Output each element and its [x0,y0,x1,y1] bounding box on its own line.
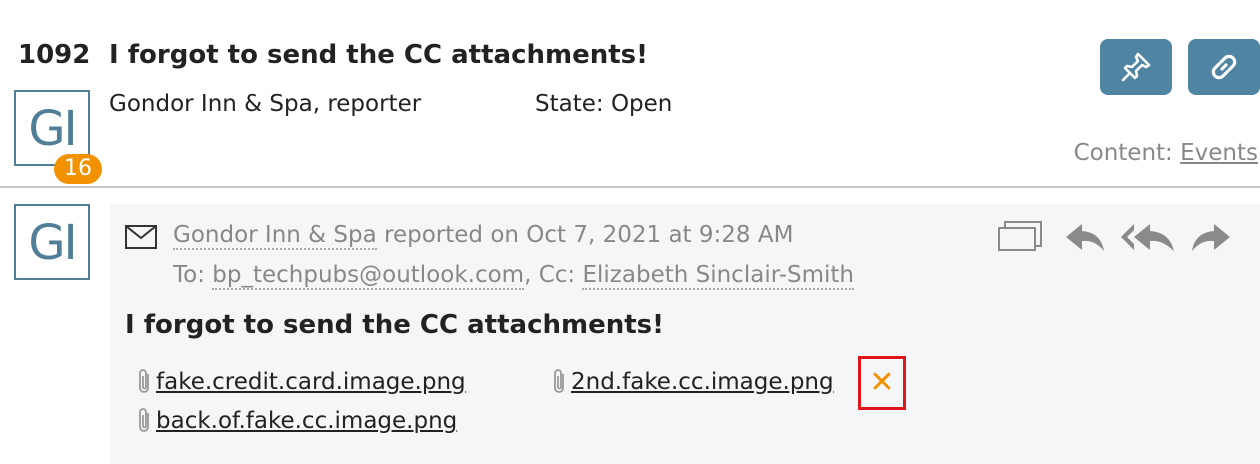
attachment-item: 2nd.fake.cc.image.png [551,368,834,396]
to-address[interactable]: bp_techpubs@outlook.com [212,262,525,290]
attachment-link[interactable]: 2nd.fake.cc.image.png [571,369,834,395]
ticket-title: I forgot to send the CC attachments! [109,40,649,70]
message-meta: Gondor Inn & Spa reported on Oct 7, 2021… [173,222,794,250]
reporter-info: Gondor Inn & Spa, reporter [109,91,422,117]
ticket-number: 1092 [18,40,91,70]
link-icon [1211,54,1237,80]
recipients: To: bp_techpubs@outlook.com, Cc: Elizabe… [173,262,854,290]
link-button[interactable] [1188,39,1260,95]
reply-all-icon[interactable] [1120,220,1176,254]
paperclip-icon [139,408,149,432]
pin-button[interactable] [1100,39,1172,95]
close-icon: ✕ [869,365,895,400]
attachment-link[interactable]: fake.credit.card.image.png [156,369,466,395]
attachment-item: fake.credit.card.image.png [136,368,466,396]
reply-icon[interactable] [1064,220,1106,254]
events-link[interactable]: Events [1180,140,1258,166]
attachment-link[interactable]: back.of.fake.cc.image.png [156,408,457,434]
paperclip-icon [554,369,564,393]
envelope-icon [125,225,157,249]
to-label: To: [173,262,205,288]
delete-attachment-button[interactable]: ✕ [858,356,906,410]
message-subject: I forgot to send the CC attachments! [125,310,665,340]
forward-icon[interactable] [1190,220,1232,254]
ticket-state: State: Open [535,91,673,117]
avatar-initials: GI [28,215,77,271]
attachment-item: back.of.fake.cc.image.png [136,407,457,435]
message-avatar[interactable]: GI [14,204,90,280]
reported-text: reported on Oct 7, 2021 at 9:28 AM [384,222,794,248]
window-icon[interactable] [997,220,1043,252]
avatar-initials: GI [28,101,77,157]
paperclip-icon [139,369,149,393]
cc-label: , Cc: [524,262,576,288]
sender-link[interactable]: Gondor Inn & Spa [173,222,377,250]
ticket-count-badge: 16 [54,154,102,184]
content-filter: Content: Events [1074,140,1258,166]
divider [0,186,1260,188]
cc-name[interactable]: Elizabeth Sinclair-Smith [582,262,854,290]
pin-icon [1121,52,1151,82]
content-label: Content: [1073,140,1173,166]
